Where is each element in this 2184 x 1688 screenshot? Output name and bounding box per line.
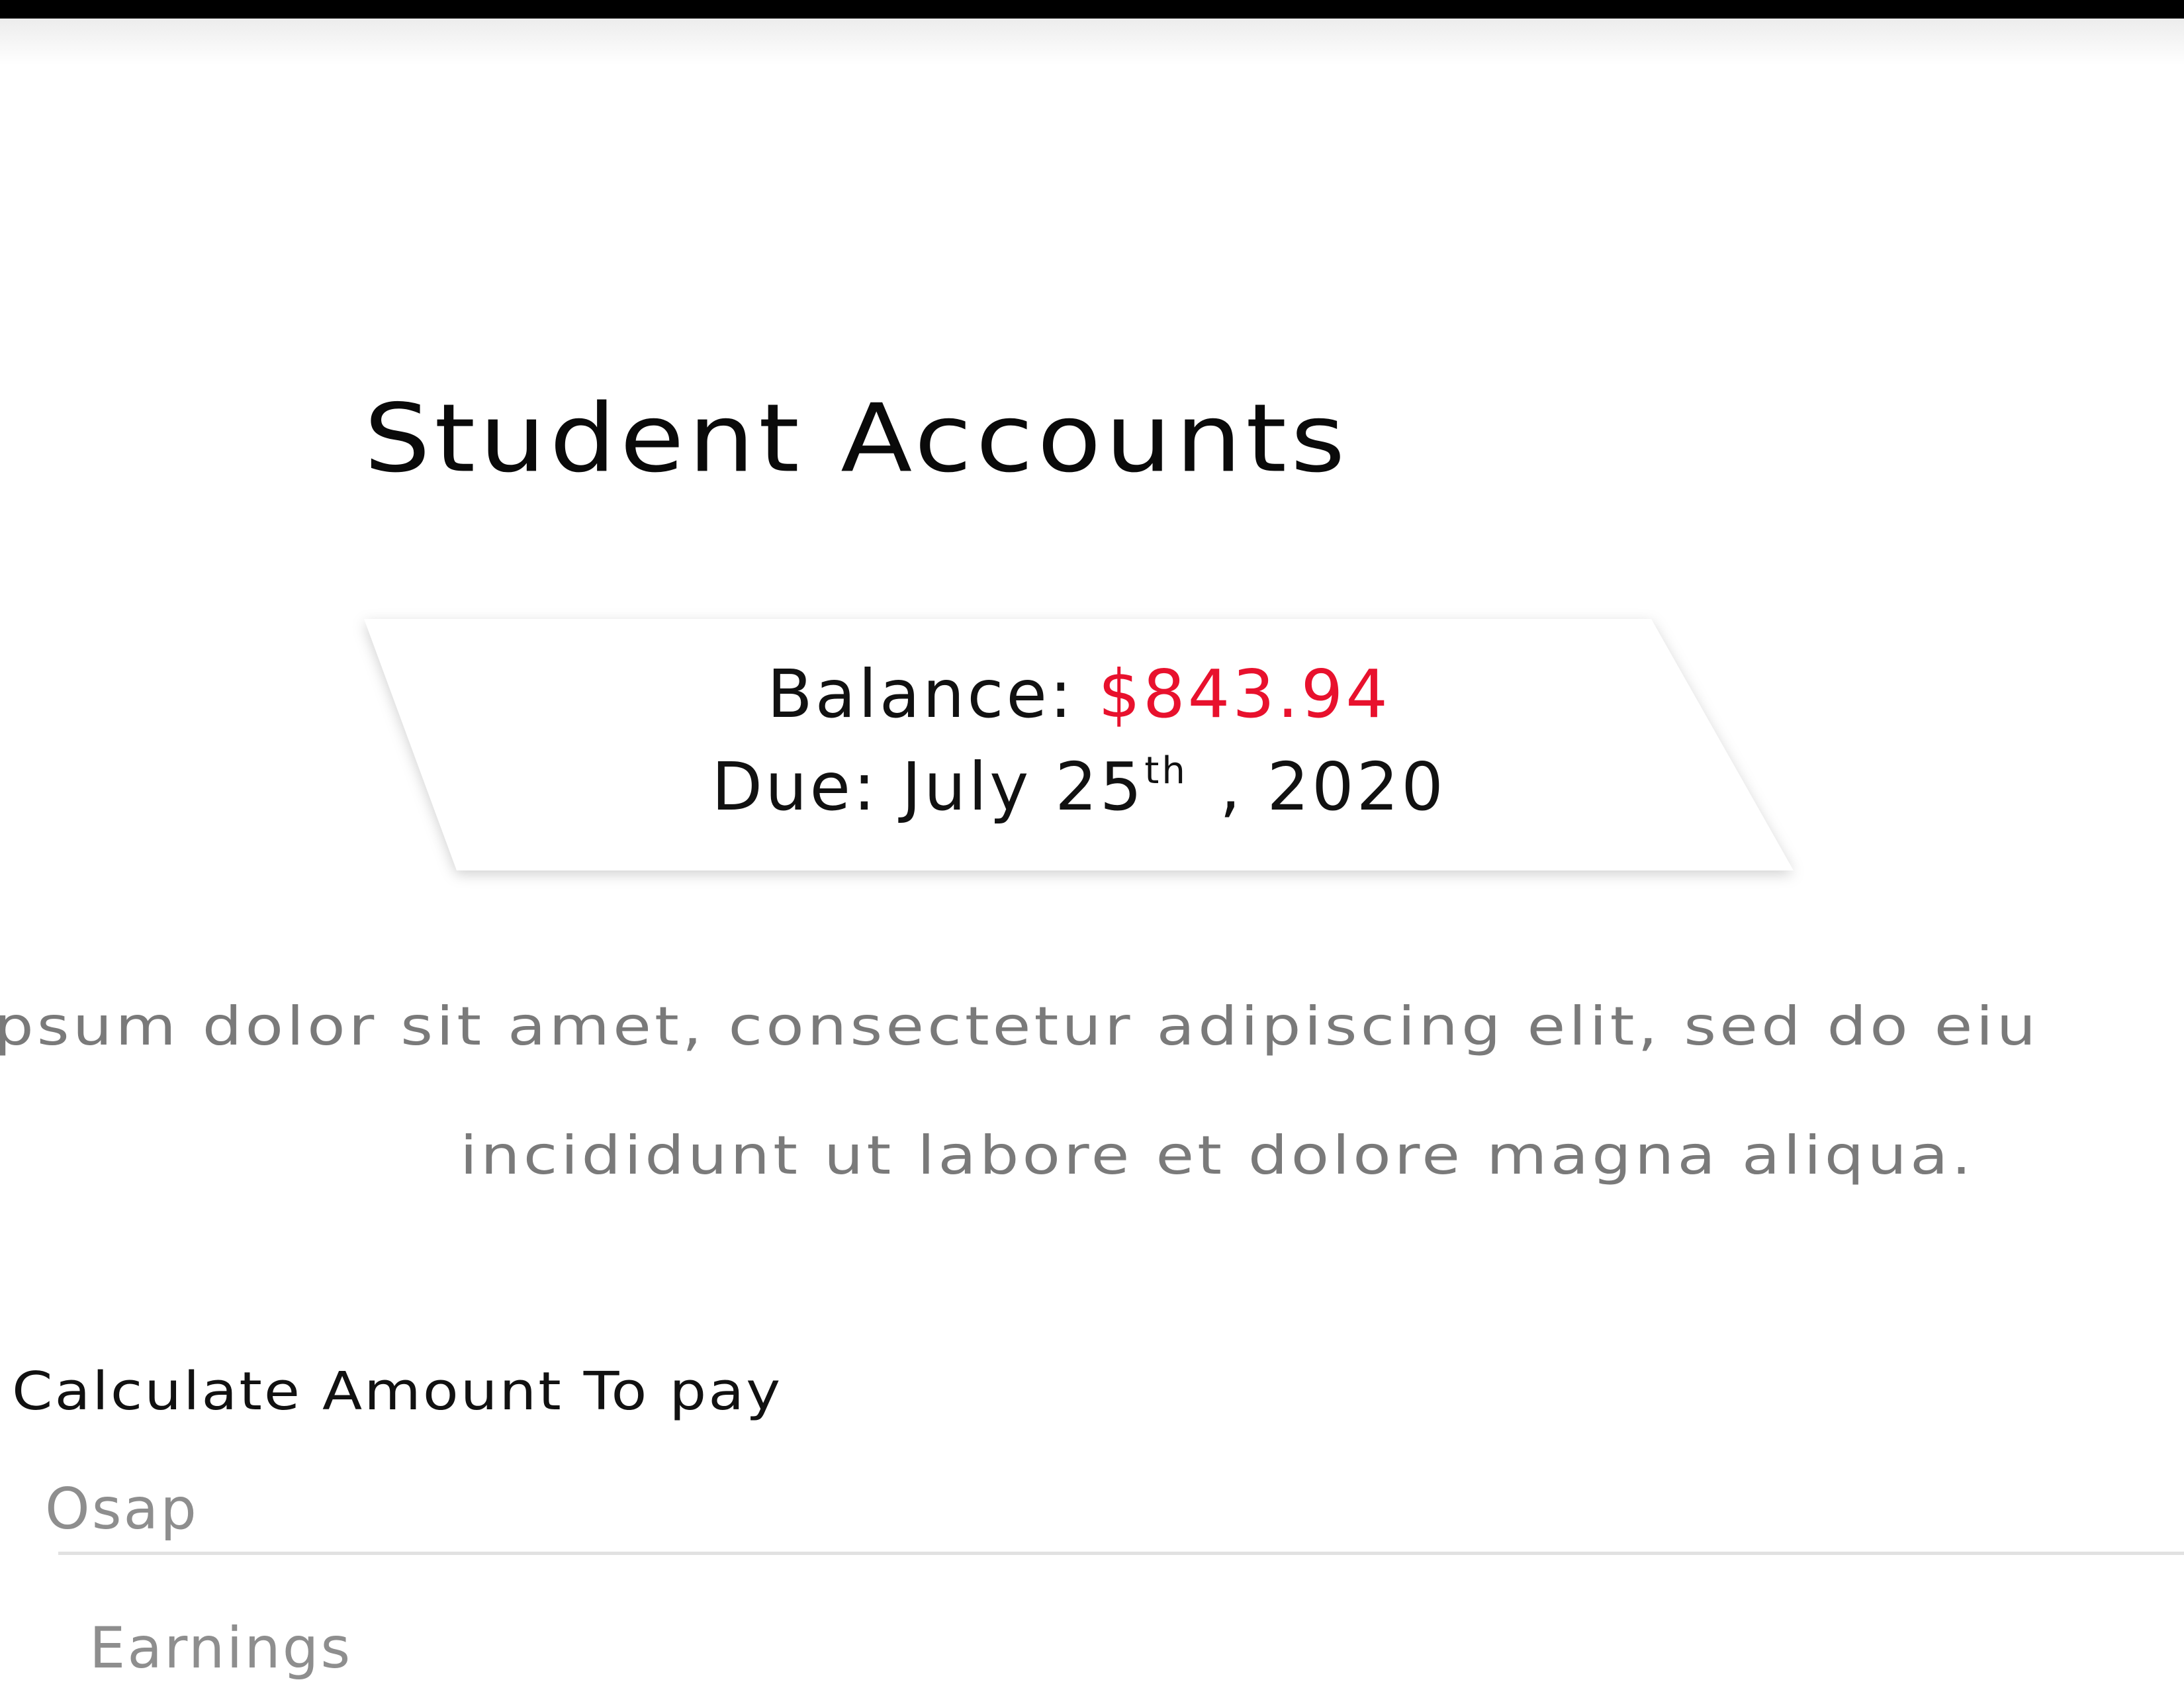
balance-row: Balance: $843.94 [364, 655, 1794, 733]
balance-label: Balance: [767, 655, 1075, 733]
page-title: Student Accounts [364, 384, 1349, 494]
due-date-row: Due: July 25th , 2020 [364, 748, 1794, 825]
description-line-1: ipsum dolor sit amet, consectetur adipis… [0, 996, 2040, 1058]
osap-field [45, 1476, 2184, 1555]
due-label: Due: July 25 [711, 748, 1145, 825]
due-year: , 2020 [1219, 748, 1446, 825]
earnings-field [89, 1615, 2184, 1681]
header-shadow [0, 19, 2184, 65]
osap-input[interactable] [45, 1476, 2171, 1542]
calculate-amount-label: Calculate Amount To pay [12, 1360, 783, 1422]
earnings-input[interactable] [89, 1615, 2184, 1681]
balance-amount: $843.94 [1098, 655, 1390, 733]
description-line-2: incididunt ut labore et dolore magna ali… [460, 1125, 1975, 1187]
balance-card: Balance: $843.94 Due: July 25th , 2020 [364, 619, 1794, 870]
top-bar [0, 0, 2184, 19]
osap-underline [58, 1552, 2184, 1555]
due-ordinal-suffix: th [1144, 749, 1188, 792]
